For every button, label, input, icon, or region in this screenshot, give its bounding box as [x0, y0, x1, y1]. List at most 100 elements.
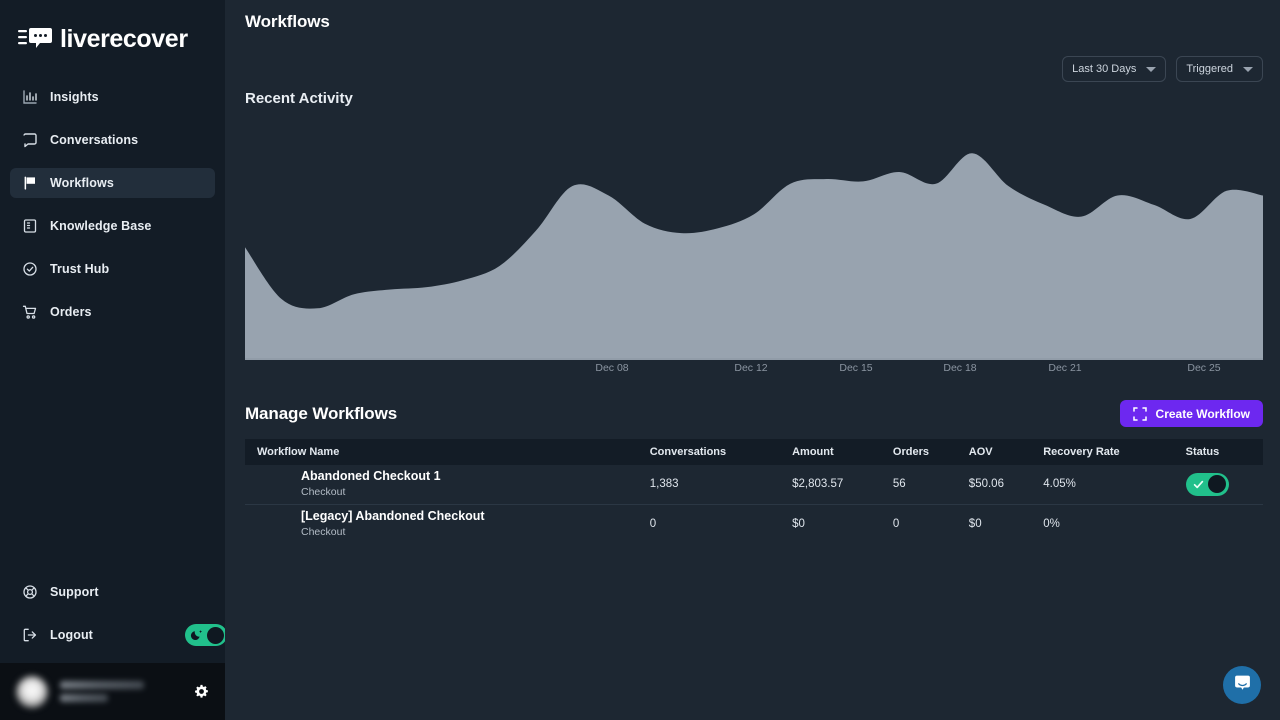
avatar [16, 676, 48, 708]
column-conversations[interactable]: Conversations [640, 439, 782, 465]
chat-bubble-icon [1233, 673, 1252, 697]
cell-aov: $0 [959, 504, 1033, 543]
sidebar-item-workflows[interactable]: Workflows [10, 168, 215, 198]
workflows-table-body: Abandoned Checkout 1 Checkout 1,383 $2,8… [245, 465, 1263, 543]
cell-recovery-rate: 4.05% [1033, 465, 1175, 504]
cell-conversations: 0 [640, 504, 782, 543]
workflow-subtitle: Checkout [301, 485, 640, 500]
cell-amount: $0 [782, 504, 883, 543]
table-header-row: Workflow Name Conversations Amount Order… [245, 439, 1263, 465]
x-axis-tick-label: Dec 15 [839, 362, 872, 374]
shopping-cart-icon [22, 304, 38, 320]
sidebar-item-insights[interactable]: Insights [10, 82, 215, 112]
cell-orders: 0 [883, 504, 959, 543]
manage-workflows-header: Manage Workflows Create Workflow [225, 382, 1280, 427]
bar-chart-icon [22, 89, 38, 105]
dark-mode-toggle[interactable] [185, 624, 227, 646]
date-range-filter[interactable]: Last 30 Days [1062, 56, 1166, 82]
message-square-icon [22, 132, 38, 148]
x-axis-tick-label: Dec 08 [595, 362, 628, 374]
user-profile[interactable] [0, 663, 225, 720]
create-workflow-label: Create Workflow [1156, 407, 1250, 421]
sidebar-item-label: Workflows [50, 176, 114, 190]
page-title: Workflows [225, 0, 1280, 32]
workflow-name: [Legacy] Abandoned Checkout [301, 508, 640, 525]
toggle-knob [1208, 475, 1226, 493]
status-toggle[interactable] [1186, 473, 1229, 496]
brand-logo[interactable]: liverecover [0, 0, 225, 62]
sidebar-item-orders[interactable]: Orders [10, 297, 215, 327]
sidebar-item-support[interactable]: Support [10, 577, 215, 607]
workflows-table: Workflow Name Conversations Amount Order… [245, 439, 1263, 543]
sidebar-item-label: Insights [50, 90, 99, 104]
sidebar-item-label: Support [50, 585, 99, 599]
workflow-subtitle: Checkout [301, 525, 640, 540]
column-amount[interactable]: Amount [782, 439, 883, 465]
sidebar-item-logout[interactable]: Logout [10, 620, 215, 650]
sidebar-item-label: Trust Hub [50, 262, 109, 276]
sidebar-item-label: Conversations [50, 133, 138, 147]
activity-area-chart [245, 125, 1263, 360]
gear-icon[interactable] [194, 684, 209, 699]
user-identity-redacted [60, 681, 182, 702]
toggle-knob [207, 627, 224, 644]
date-range-filter-label: Last 30 Days [1072, 63, 1136, 75]
cell-orders: 56 [883, 465, 959, 504]
cell-status [1176, 465, 1263, 504]
flag-icon [22, 175, 38, 191]
sidebar-item-label: Logout [50, 628, 93, 642]
status-filter-label: Triggered [1186, 63, 1233, 75]
cell-aov: $50.06 [959, 465, 1033, 504]
chevron-down-icon [1243, 67, 1253, 72]
chart-x-axis: Dec 08Dec 12Dec 15Dec 18Dec 21Dec 25Dec … [245, 362, 1263, 382]
column-status[interactable]: Status [1176, 439, 1263, 465]
cell-status [1176, 504, 1263, 543]
column-aov[interactable]: AOV [959, 439, 1033, 465]
sidebar: liverecover Insights Conversati [0, 0, 225, 720]
check-icon [1192, 478, 1205, 491]
cell-workflow-name: Abandoned Checkout 1 Checkout [245, 465, 640, 504]
workflow-name: Abandoned Checkout 1 [301, 468, 640, 485]
workflow-nodes-icon [1133, 407, 1147, 421]
x-axis-tick-label: Dec 21 [1048, 362, 1081, 374]
user-email-redacted [60, 694, 108, 702]
sidebar-nav: Insights Conversations Workflows [0, 82, 225, 340]
sidebar-item-conversations[interactable]: Conversations [10, 125, 215, 155]
moon-icon [190, 628, 204, 642]
column-recovery-rate[interactable]: Recovery Rate [1033, 439, 1175, 465]
check-badge-icon [22, 261, 38, 277]
intercom-launcher[interactable] [1223, 666, 1261, 704]
filter-bar: Last 30 Days Triggered [225, 32, 1280, 82]
status-filter[interactable]: Triggered [1176, 56, 1263, 82]
sidebar-item-label: Knowledge Base [50, 219, 151, 233]
x-axis-tick-label: Dec 12 [734, 362, 767, 374]
sidebar-item-knowledge-base[interactable]: Knowledge Base [10, 211, 215, 241]
column-orders[interactable]: Orders [883, 439, 959, 465]
table-row[interactable]: Abandoned Checkout 1 Checkout 1,383 $2,8… [245, 465, 1263, 504]
main-content: Workflows Last 30 Days Triggered Recent … [225, 0, 1280, 720]
recent-activity-title: Recent Activity [225, 90, 1280, 107]
cell-workflow-name: [Legacy] Abandoned Checkout Checkout [245, 504, 640, 543]
brand-name: liverecover [60, 27, 188, 52]
table-row[interactable]: [Legacy] Abandoned Checkout Checkout 0 $… [245, 504, 1263, 543]
sidebar-item-label: Orders [50, 305, 92, 319]
logout-icon [22, 627, 38, 643]
book-icon [22, 218, 38, 234]
x-axis-tick-label: Dec 25 [1187, 362, 1220, 374]
cell-conversations: 1,383 [640, 465, 782, 504]
lifebuoy-icon [22, 584, 38, 600]
x-axis-tick-label: Dec 18 [943, 362, 976, 374]
app-root: liverecover Insights Conversati [0, 0, 1280, 720]
chat-lines-logo-icon [18, 26, 52, 52]
user-name-redacted [60, 681, 144, 689]
chevron-down-icon [1146, 67, 1156, 72]
cell-recovery-rate: 0% [1033, 504, 1175, 543]
sidebar-bottom: Support Logout [0, 577, 225, 663]
workflows-table-head: Workflow Name Conversations Amount Order… [245, 439, 1263, 465]
create-workflow-button[interactable]: Create Workflow [1120, 400, 1263, 427]
cell-amount: $2,803.57 [782, 465, 883, 504]
column-workflow-name[interactable]: Workflow Name [245, 439, 640, 465]
manage-workflows-title: Manage Workflows [245, 404, 397, 424]
sidebar-item-trust-hub[interactable]: Trust Hub [10, 254, 215, 284]
recent-activity-chart: Dec 08Dec 12Dec 15Dec 18Dec 21Dec 25Dec … [225, 107, 1280, 382]
